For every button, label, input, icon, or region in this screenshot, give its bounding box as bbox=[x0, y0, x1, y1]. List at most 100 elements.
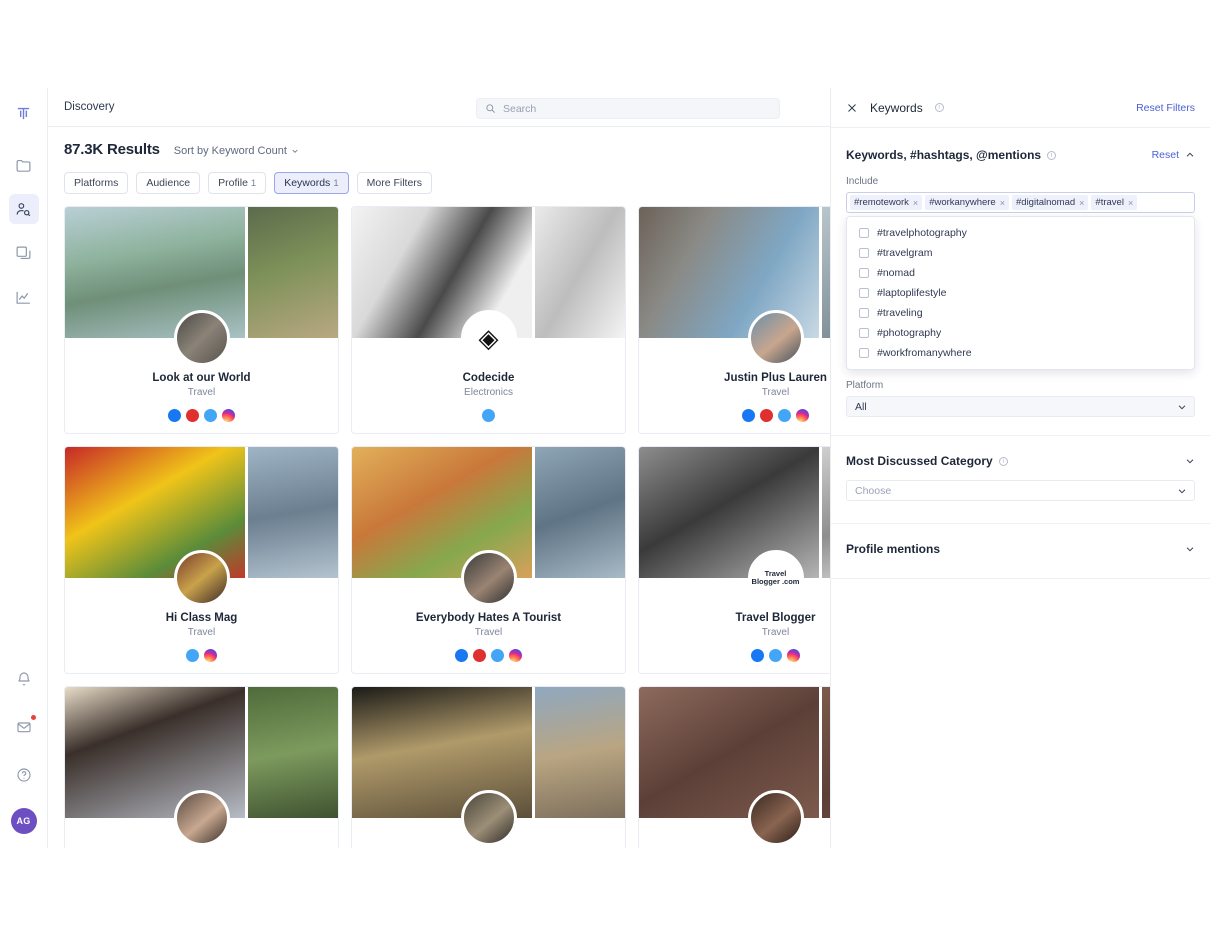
profile-card[interactable]: Everybody Hates A Tourist Travel bbox=[351, 446, 626, 674]
folder-icon[interactable] bbox=[9, 150, 39, 180]
keyword-suggestion-item[interactable]: #photography bbox=[847, 323, 1194, 343]
card-avatar[interactable] bbox=[460, 550, 517, 606]
sort-dropdown[interactable]: Sort by Keyword Count bbox=[174, 145, 299, 157]
profile-card[interactable] bbox=[638, 686, 830, 848]
instagram-icon[interactable] bbox=[204, 649, 217, 662]
keyword-suggestions-dropdown[interactable]: #travelphotography #travelgram #nomad #lapt… bbox=[846, 216, 1195, 370]
category-select[interactable]: Choose bbox=[846, 480, 1195, 501]
person-search-icon[interactable] bbox=[8, 194, 39, 224]
facebook-icon[interactable] bbox=[168, 409, 181, 422]
card-avatar[interactable] bbox=[173, 310, 230, 366]
filter-chip-audience[interactable]: Audience bbox=[136, 172, 201, 194]
envelope-icon[interactable] bbox=[9, 712, 39, 742]
card-avatar[interactable]: Travel Blogger .com bbox=[747, 550, 804, 606]
keywords-reset-button[interactable]: Reset bbox=[1152, 149, 1179, 161]
layers-icon[interactable] bbox=[9, 238, 39, 268]
keyword-tag[interactable]: #remotework × bbox=[850, 195, 923, 210]
youtube-icon[interactable] bbox=[473, 649, 486, 662]
field-select-platform[interactable]: All bbox=[846, 396, 1195, 417]
remove-tag-icon[interactable]: × bbox=[1128, 198, 1133, 208]
profile-card[interactable]: Travel Blogger .com Travel Blogger Travel bbox=[638, 446, 830, 674]
instagram-icon[interactable] bbox=[796, 409, 809, 422]
chevron-up-icon[interactable] bbox=[1185, 150, 1195, 160]
facebook-icon[interactable] bbox=[742, 409, 755, 422]
profile-mentions-header[interactable]: Profile mentions bbox=[831, 524, 1210, 556]
keywords-tag-input[interactable]: #remotework × #workanywhere × #digitalnomad ×… bbox=[846, 192, 1195, 213]
card-avatar[interactable]: ◈ bbox=[460, 310, 517, 366]
info-icon[interactable]: i bbox=[934, 103, 944, 112]
search-input[interactable] bbox=[503, 102, 771, 115]
remove-tag-icon[interactable]: × bbox=[913, 198, 918, 208]
keyword-tag[interactable]: #digitalnomad × bbox=[1012, 195, 1089, 210]
chart-icon[interactable] bbox=[9, 282, 39, 312]
twitter-icon[interactable] bbox=[482, 409, 495, 422]
suggestion-checkbox[interactable] bbox=[859, 228, 869, 238]
card-avatar[interactable] bbox=[460, 790, 517, 846]
card-avatar[interactable] bbox=[747, 790, 804, 846]
profile-card[interactable] bbox=[64, 686, 339, 848]
search-box[interactable] bbox=[476, 98, 780, 119]
suggestion-checkbox[interactable] bbox=[859, 308, 869, 318]
profile-card[interactable]: Look at our World Travel bbox=[64, 206, 339, 434]
info-icon[interactable]: i bbox=[998, 456, 1008, 466]
bell-icon[interactable] bbox=[9, 664, 39, 694]
keyword-tag[interactable]: #workanywhere × bbox=[925, 195, 1009, 210]
instagram-icon[interactable] bbox=[222, 409, 235, 422]
card-avatar[interactable] bbox=[173, 790, 230, 846]
filter-chip-label: Profile bbox=[218, 177, 248, 189]
filter-chip-more-filters[interactable]: More Filters bbox=[356, 172, 433, 194]
reset-filters-button[interactable]: Reset Filters bbox=[1136, 102, 1195, 114]
twitter-icon[interactable] bbox=[491, 649, 504, 662]
keyword-suggestion-item[interactable]: #laptoplifestyle bbox=[847, 283, 1194, 303]
avatar[interactable]: AG bbox=[10, 808, 37, 834]
suggestion-checkbox[interactable] bbox=[859, 268, 869, 278]
filter-chip-platforms[interactable]: Platforms bbox=[64, 172, 129, 194]
breadcrumb[interactable]: Discovery bbox=[64, 101, 114, 113]
twitter-icon[interactable] bbox=[769, 649, 782, 662]
profile-card[interactable]: Justin Plus Lauren Travel bbox=[638, 206, 830, 434]
profile-card[interactable] bbox=[351, 686, 626, 848]
logo-t-icon[interactable] bbox=[9, 98, 39, 128]
chevron-down-icon[interactable] bbox=[1185, 456, 1195, 466]
instagram-icon[interactable] bbox=[787, 649, 800, 662]
keyword-suggestion-item[interactable]: #travelgram bbox=[847, 243, 1194, 263]
keyword-suggestion-item[interactable]: #nomad bbox=[847, 263, 1194, 283]
facebook-icon[interactable] bbox=[751, 649, 764, 662]
help-circle-icon[interactable] bbox=[9, 760, 39, 790]
suggestion-label: #photography bbox=[877, 327, 942, 339]
card-avatar[interactable] bbox=[173, 550, 230, 606]
profile-card[interactable]: Hi Class Mag Travel bbox=[64, 446, 339, 674]
card-avatar[interactable] bbox=[747, 310, 804, 366]
profile-card[interactable]: ◈ Codecide Electronics bbox=[351, 206, 626, 434]
most-discussed-category-header[interactable]: Most Discussed Category i bbox=[831, 436, 1210, 468]
youtube-icon[interactable] bbox=[760, 409, 773, 422]
youtube-icon[interactable] bbox=[186, 409, 199, 422]
twitter-icon[interactable] bbox=[204, 409, 217, 422]
keyword-tag[interactable]: #travel × bbox=[1091, 195, 1138, 210]
suggestion-checkbox[interactable] bbox=[859, 348, 869, 358]
unread-badge bbox=[29, 714, 37, 721]
suggestion-checkbox[interactable] bbox=[859, 248, 869, 258]
card-thumbnail-secondary bbox=[535, 447, 625, 578]
profile-mentions-title: Profile mentions bbox=[846, 542, 941, 556]
suggestion-checkbox[interactable] bbox=[859, 328, 869, 338]
remove-tag-icon[interactable]: × bbox=[1079, 198, 1084, 208]
twitter-icon[interactable] bbox=[186, 649, 199, 662]
close-icon[interactable] bbox=[846, 102, 858, 114]
filter-chip-profile[interactable]: Profile 1 bbox=[208, 172, 267, 194]
card-profile-name: Look at our World bbox=[152, 372, 251, 384]
card-thumbnail-secondary bbox=[535, 687, 625, 818]
info-icon[interactable]: i bbox=[1047, 150, 1057, 160]
card-thumbnails bbox=[65, 447, 338, 606]
suggestion-checkbox[interactable] bbox=[859, 288, 869, 298]
filter-chip-keywords[interactable]: Keywords 1 bbox=[274, 172, 349, 194]
filter-panel: Keywords i Reset Filters Keywords, #hash… bbox=[830, 88, 1210, 848]
keyword-suggestion-item[interactable]: #workfromanywhere bbox=[847, 343, 1194, 363]
keyword-suggestion-item[interactable]: #traveling bbox=[847, 303, 1194, 323]
remove-tag-icon[interactable]: × bbox=[1000, 198, 1005, 208]
facebook-icon[interactable] bbox=[455, 649, 468, 662]
instagram-icon[interactable] bbox=[509, 649, 522, 662]
twitter-icon[interactable] bbox=[778, 409, 791, 422]
keyword-suggestion-item[interactable]: #travelphotography bbox=[847, 223, 1194, 243]
chevron-down-icon[interactable] bbox=[1185, 544, 1195, 554]
